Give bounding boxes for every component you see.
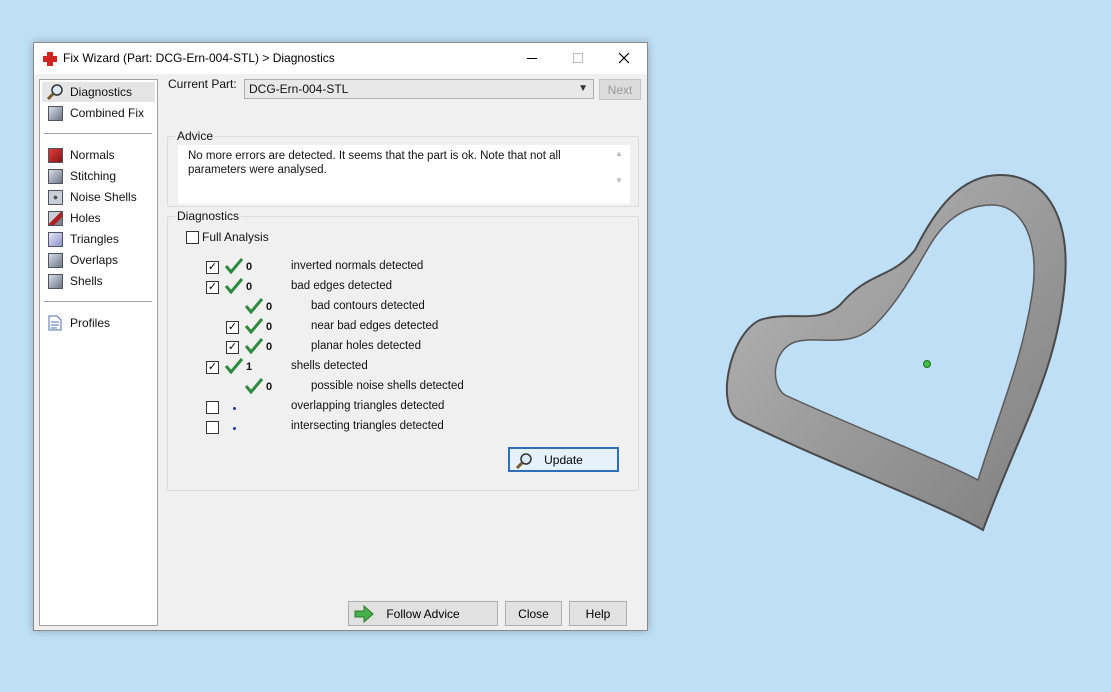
diagnostic-row-checkbox[interactable]: ✓ <box>206 261 219 274</box>
diagnostics-title: Diagnostics <box>175 209 242 223</box>
overlaps-icon <box>45 251 65 269</box>
advice-title: Advice <box>175 129 216 143</box>
sidebar-item-stitching[interactable]: Stitching <box>42 166 155 186</box>
sidebar-item-label: Combined Fix <box>70 106 145 120</box>
sidebar-item-holes[interactable]: Holes <box>42 208 155 228</box>
diagnostic-label: bad contours detected <box>311 300 425 312</box>
check-icon <box>245 338 263 354</box>
fix-wizard-window: Fix Wizard (Part: DCG-Ern-004-STL) > Dia… <box>33 42 648 631</box>
diagnostic-row-checkbox[interactable]: ✓ <box>206 361 219 374</box>
update-label: Update <box>544 452 583 467</box>
nav-divider <box>44 133 152 134</box>
not-analysed-dot-icon <box>233 407 236 410</box>
green-arrow-icon <box>354 604 374 626</box>
check-icon <box>225 358 243 374</box>
sidebar-item-label: Stitching <box>70 169 117 183</box>
help-button[interactable]: Help <box>569 601 627 626</box>
diagnostic-count: 0 <box>266 301 273 313</box>
cube-icon <box>45 104 65 122</box>
check-icon <box>245 378 263 394</box>
diagnostic-count: 0 <box>246 261 253 273</box>
sidebar-item-normals[interactable]: Normals <box>42 145 155 165</box>
diagnostic-label: possible noise shells detected <box>311 380 464 392</box>
full-analysis-label: Full Analysis <box>202 230 269 244</box>
sidebar-item-noise-shells[interactable]: Noise Shells <box>42 187 155 207</box>
minimize-icon <box>527 57 537 59</box>
sidebar-item-shells[interactable]: Shells <box>42 271 155 291</box>
next-button[interactable]: Next <box>599 79 641 100</box>
title-bar[interactable]: Fix Wizard (Part: DCG-Ern-004-STL) > Dia… <box>34 43 647 74</box>
sidebar-item-label: Overlaps <box>70 253 119 267</box>
sidebar-item-label: Normals <box>70 148 115 162</box>
close-icon <box>618 52 630 64</box>
sidebar-nav: Diagnostics Combined Fix Normals Stitchi… <box>39 79 158 626</box>
maximize-button[interactable] <box>555 43 601 73</box>
holes-icon <box>45 209 65 227</box>
close-window-button[interactable] <box>601 43 647 73</box>
close-button[interactable]: Close <box>505 601 562 626</box>
advice-textbox[interactable]: No more errors are detected. It seems th… <box>178 145 630 204</box>
sidebar-item-label: Holes <box>70 211 101 225</box>
stitching-icon <box>45 167 65 185</box>
check-icon <box>225 278 243 294</box>
normals-icon <box>45 146 65 164</box>
current-part-label: Current Part: <box>168 77 237 91</box>
minimize-button[interactable] <box>509 43 555 73</box>
diagnostic-label: overlapping triangles detected <box>291 400 445 412</box>
diagnostic-label: planar holes detected <box>311 340 421 352</box>
follow-advice-button[interactable]: Follow Advice <box>348 601 498 626</box>
sidebar-item-profiles[interactable]: Profiles <box>42 313 155 333</box>
current-part-value: DCG-Ern-004-STL <box>249 82 349 96</box>
full-analysis-checkbox[interactable] <box>186 231 199 244</box>
magnifier-icon <box>515 452 533 473</box>
maximize-icon <box>573 53 583 63</box>
sidebar-item-label: Diagnostics <box>70 85 133 99</box>
diagnostic-row-checkbox[interactable] <box>206 421 219 434</box>
scroll-up-icon[interactable]: ▲ <box>612 149 626 158</box>
magnifier-icon <box>45 83 65 101</box>
diagnostic-count: 0 <box>246 281 253 293</box>
diagnostic-label: bad edges detected <box>291 280 393 292</box>
shells-icon <box>45 272 65 290</box>
sidebar-item-overlaps[interactable]: Overlaps <box>42 250 155 270</box>
sidebar-item-triangles[interactable]: Triangles <box>42 229 155 249</box>
diagnostic-label: intersecting triangles detected <box>291 420 444 432</box>
check-icon <box>245 298 263 314</box>
diagnostic-row-checkbox[interactable]: ✓ <box>226 341 239 354</box>
noise-shells-icon <box>45 188 65 206</box>
window-title: Fix Wizard (Part: DCG-Ern-004-STL) > Dia… <box>63 51 335 65</box>
advice-scrollbar[interactable]: ▲ ▼ <box>612 149 626 197</box>
diagnostic-label: inverted normals detected <box>291 260 424 272</box>
check-icon <box>225 258 243 274</box>
heart-3d-model[interactable] <box>700 160 1100 540</box>
nav-divider <box>44 301 152 302</box>
sidebar-item-label: Triangles <box>70 232 119 246</box>
diagnostic-row-checkbox[interactable]: ✓ <box>206 281 219 294</box>
check-icon <box>245 318 263 334</box>
diagnostic-count: 0 <box>266 381 273 393</box>
scroll-down-icon[interactable]: ▼ <box>612 176 626 185</box>
diagnostic-count: 0 <box>266 341 273 353</box>
sidebar-item-diagnostics[interactable]: Diagnostics <box>42 82 155 102</box>
not-analysed-dot-icon <box>233 427 236 430</box>
sidebar-item-label: Noise Shells <box>70 190 137 204</box>
chevron-down-icon: ▼ <box>578 83 588 94</box>
diagnostic-label: near bad edges detected <box>311 320 439 332</box>
sidebar-item-label: Shells <box>70 274 103 288</box>
update-button[interactable]: Update <box>508 447 619 472</box>
sidebar-item-label: Profiles <box>70 316 111 330</box>
advice-text: No more errors are detected. It seems th… <box>188 150 561 176</box>
follow-advice-label: Follow Advice <box>386 606 460 621</box>
diagnostic-count: 1 <box>246 361 253 373</box>
triangles-icon <box>45 230 65 248</box>
diagnostic-count: 0 <box>266 321 273 333</box>
current-part-select[interactable]: DCG-Ern-004-STL ▼ <box>244 79 594 99</box>
sidebar-item-combined-fix[interactable]: Combined Fix <box>42 103 155 123</box>
profiles-icon <box>45 314 65 332</box>
diagnostic-row-checkbox[interactable] <box>206 401 219 414</box>
diagnostic-label: shells detected <box>291 360 368 372</box>
diagnostic-row-checkbox[interactable]: ✓ <box>226 321 239 334</box>
red-cross-icon <box>43 52 57 66</box>
